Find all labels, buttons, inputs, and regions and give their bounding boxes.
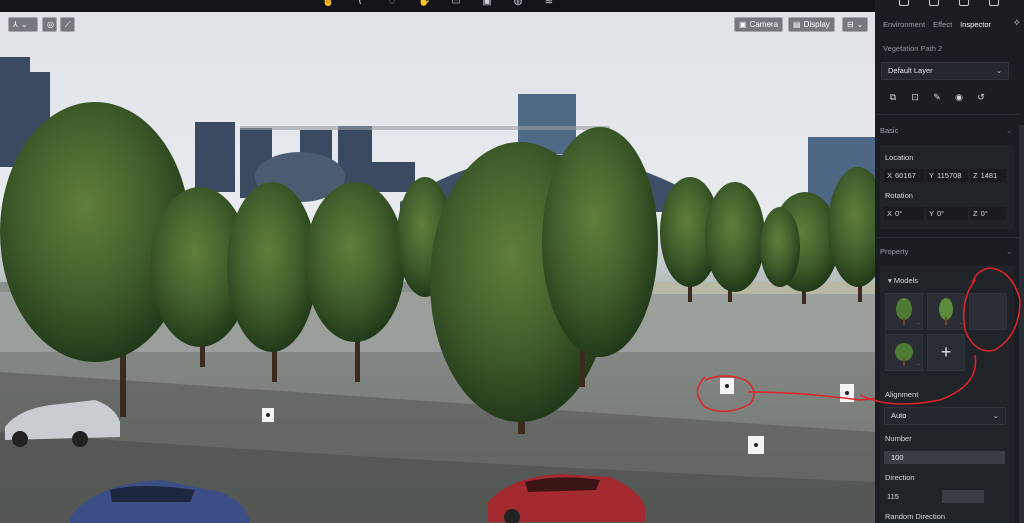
app-window: ☝ ⌇ ◌ ✋ ▭ ▣ ◍ ≋ ⅄ ⌄ ◎ ⟋ ▣ Camera ▤ Displ… — [0, 0, 1024, 523]
annotation-overlay — [859, 267, 1021, 405]
annotation-circle — [963, 267, 1021, 352]
annotation-connector — [859, 354, 977, 405]
